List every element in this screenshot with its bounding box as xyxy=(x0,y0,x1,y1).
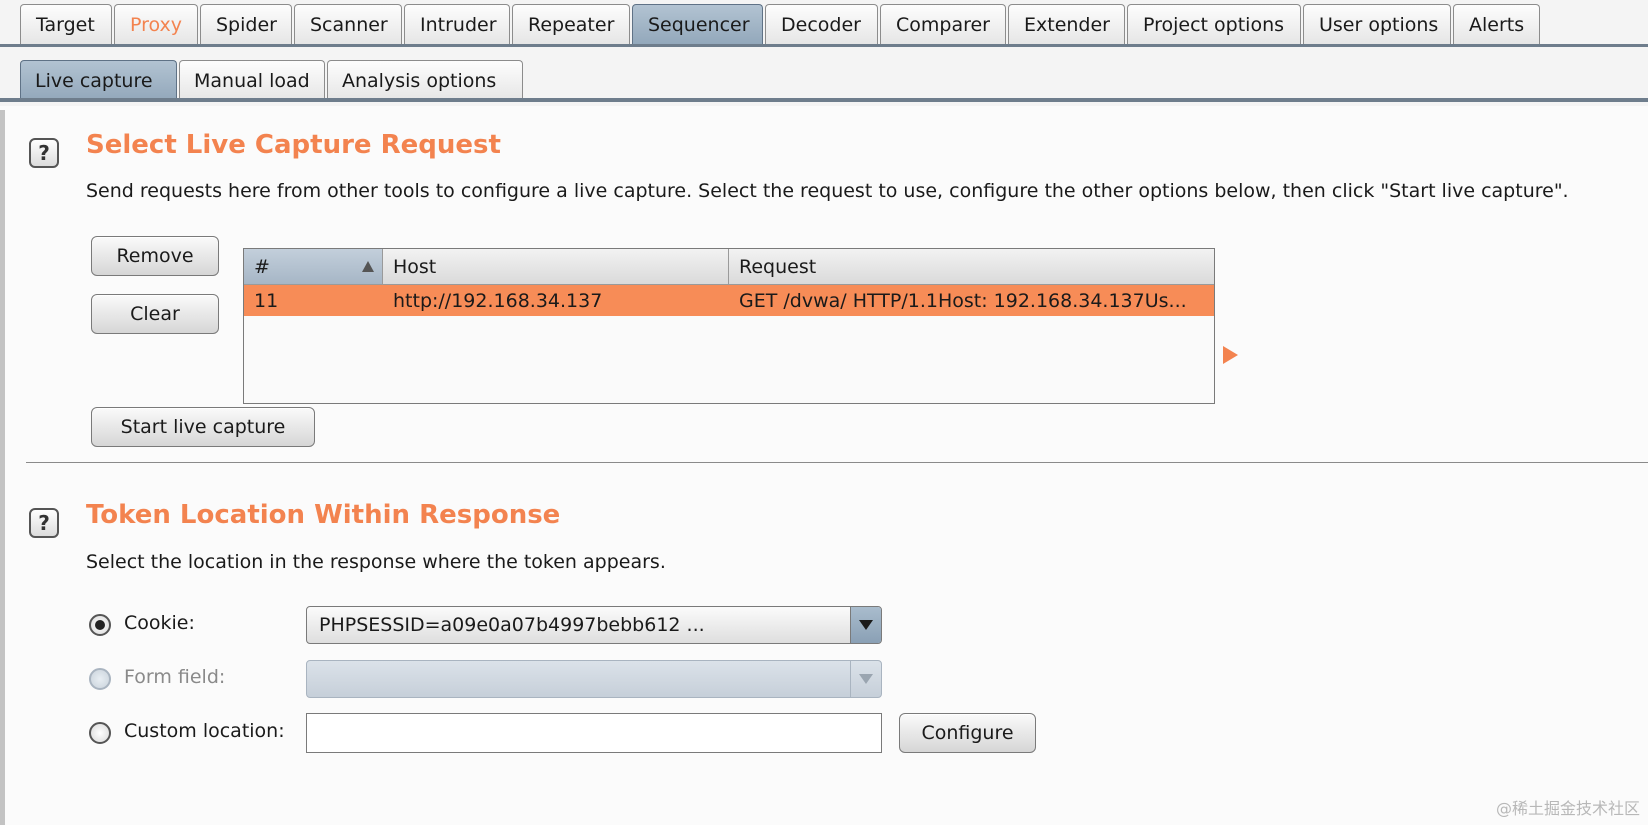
tab-project-options[interactable]: Project options xyxy=(1127,4,1301,44)
subtab-label: Manual load xyxy=(194,69,310,92)
help-icon-glyph: ? xyxy=(38,141,50,165)
tab-scanner[interactable]: Scanner xyxy=(294,4,402,44)
expand-arrow-icon[interactable] xyxy=(1223,346,1238,364)
tab-label: Intruder xyxy=(420,13,497,36)
tab-label: Repeater xyxy=(528,13,615,36)
tab-label: Proxy xyxy=(130,13,183,36)
button-label: Start live capture xyxy=(120,416,286,438)
clear-button[interactable]: Clear xyxy=(91,294,219,334)
form-field-select[interactable] xyxy=(306,660,882,698)
tab-label: Project options xyxy=(1143,13,1285,36)
live-capture-description: Send requests here from other tools to c… xyxy=(86,180,1569,202)
tab-sequencer[interactable]: Sequencer xyxy=(632,4,763,44)
tab-label: Decoder xyxy=(781,13,861,36)
configure-button[interactable]: Configure xyxy=(899,713,1036,753)
column-header-label: # xyxy=(254,255,270,278)
column-header-label: Request xyxy=(739,255,817,278)
custom-location-radio[interactable] xyxy=(89,722,111,744)
tab-bar-divider xyxy=(0,44,1648,47)
form-field-label: Form field: xyxy=(124,666,226,688)
tab-user-options[interactable]: User options xyxy=(1303,4,1451,44)
tab-decoder[interactable]: Decoder xyxy=(765,4,878,44)
tab-label: User options xyxy=(1319,13,1439,36)
tab-alerts[interactable]: Alerts xyxy=(1453,4,1540,44)
cell-number: 11 xyxy=(254,289,279,312)
tab-label: Target xyxy=(36,13,95,36)
column-header-label: Host xyxy=(393,255,437,278)
dropdown-button[interactable] xyxy=(850,661,881,697)
tab-label: Extender xyxy=(1024,13,1110,36)
tab-repeater[interactable]: Repeater xyxy=(512,4,630,44)
cookie-label: Cookie: xyxy=(124,612,195,634)
cell-host: http://192.168.34.137 xyxy=(393,289,603,312)
column-header-number[interactable]: # xyxy=(244,249,383,284)
chevron-down-icon xyxy=(859,674,873,684)
custom-location-label: Custom location: xyxy=(124,720,285,742)
chevron-down-icon xyxy=(859,620,873,630)
remove-button[interactable]: Remove xyxy=(91,236,219,276)
tab-target[interactable]: Target xyxy=(20,4,112,44)
tab-comparer[interactable]: Comparer xyxy=(880,4,1006,44)
token-location-description: Select the location in the response wher… xyxy=(86,551,666,573)
column-header-request[interactable]: Request xyxy=(729,249,1214,284)
column-header-host[interactable]: Host xyxy=(383,249,729,284)
live-capture-panel: ? Select Live Capture Request Send reque… xyxy=(0,110,1648,825)
subtab-bar-divider xyxy=(0,98,1648,102)
sequencer-sub-tab-bar: Live capture Manual load Analysis option… xyxy=(0,50,1648,106)
button-label: Remove xyxy=(116,245,194,267)
dropdown-button[interactable] xyxy=(850,607,881,643)
section-divider xyxy=(26,462,1648,463)
live-capture-title: Select Live Capture Request xyxy=(86,130,501,160)
cookie-select-value: PHPSESSID=a09e0a07b4997bebb612 ... xyxy=(319,614,705,636)
table-row[interactable]: 11 http://192.168.34.137 GET /dvwa/ HTTP… xyxy=(244,285,1214,316)
subtab-label: Analysis options xyxy=(342,69,497,92)
request-table: # Host Request 11 http://192.168.34.137 … xyxy=(243,248,1215,404)
help-icon[interactable]: ? xyxy=(29,508,59,538)
start-live-capture-button[interactable]: Start live capture xyxy=(91,407,315,447)
tab-label: Scanner xyxy=(310,13,388,36)
tab-extender[interactable]: Extender xyxy=(1008,4,1125,44)
form-field-radio[interactable] xyxy=(89,668,111,690)
cookie-radio[interactable] xyxy=(89,614,111,636)
cookie-select[interactable]: PHPSESSID=a09e0a07b4997bebb612 ... xyxy=(306,606,882,644)
help-icon[interactable]: ? xyxy=(29,138,59,168)
subtab-manual-load[interactable]: Manual load xyxy=(179,60,325,100)
subtab-live-capture[interactable]: Live capture xyxy=(20,60,177,100)
subtab-analysis-options[interactable]: Analysis options xyxy=(327,60,523,100)
subtab-label: Live capture xyxy=(35,69,153,92)
table-header: # Host Request xyxy=(244,249,1214,285)
button-label: Configure xyxy=(921,722,1014,744)
tab-proxy[interactable]: Proxy xyxy=(114,4,198,44)
tab-spider[interactable]: Spider xyxy=(200,4,292,44)
help-icon-glyph: ? xyxy=(38,511,50,535)
tab-label: Sequencer xyxy=(648,13,750,36)
watermark: @稀土掘金技术社区 xyxy=(1495,799,1640,818)
custom-location-input[interactable] xyxy=(306,713,882,753)
tab-label: Spider xyxy=(216,13,277,36)
token-location-title: Token Location Within Response xyxy=(86,500,561,530)
tab-label: Comparer xyxy=(896,13,990,36)
tab-intruder[interactable]: Intruder xyxy=(404,4,510,44)
sort-ascending-icon xyxy=(362,261,374,272)
button-label: Clear xyxy=(130,303,180,325)
tab-label: Alerts xyxy=(1469,13,1525,36)
cell-request: GET /dvwa/ HTTP/1.1Host: 192.168.34.137U… xyxy=(739,289,1187,312)
main-tab-bar: Target Proxy Spider Scanner Intruder Rep… xyxy=(0,0,1648,50)
